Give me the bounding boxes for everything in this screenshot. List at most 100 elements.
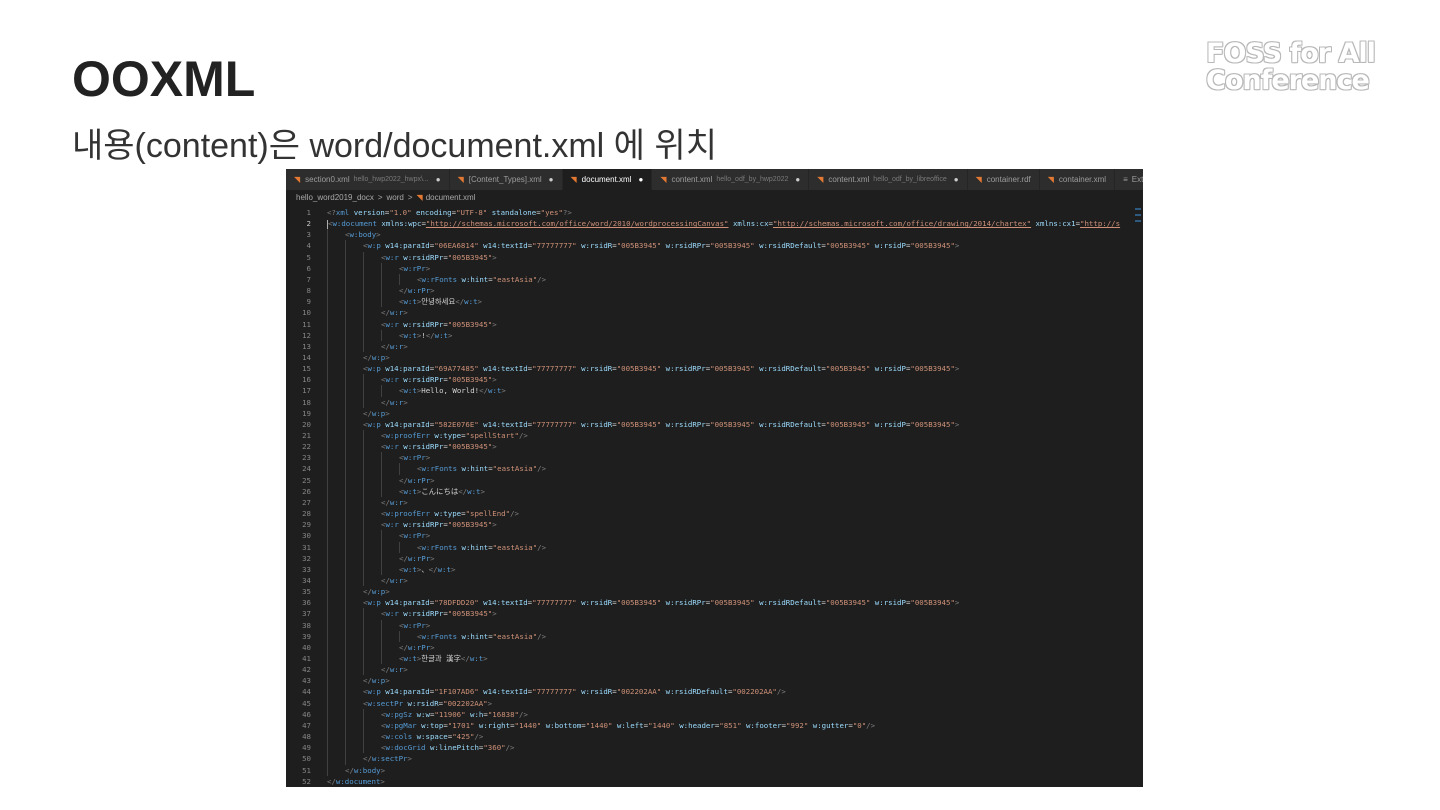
code-line[interactable]: 13 </w:r> bbox=[286, 340, 1143, 352]
code-token: > bbox=[430, 286, 435, 296]
code-line[interactable]: 51 </w:body> bbox=[286, 764, 1143, 776]
unsaved-dot-icon[interactable]: ● bbox=[549, 175, 554, 184]
code-line[interactable]: 20 <w:p w14:paraId="582E076E" w14:textId=… bbox=[286, 418, 1143, 431]
code-line[interactable]: 15 <w:p w14:paraId="69A77485" w14:textId=… bbox=[286, 363, 1143, 375]
breadcrumb-item[interactable]: hello_word2019_docx bbox=[296, 193, 374, 202]
unsaved-dot-icon[interactable]: ● bbox=[954, 175, 959, 184]
tab-section0-xml[interactable]: ◥ section0.xml hello_hwp2022_hwpx\... ● bbox=[286, 169, 450, 190]
code-text: <w:p w14:paraId="582E076E" w14:textId="7… bbox=[363, 419, 959, 430]
code-token: w:r bbox=[385, 442, 399, 452]
code-line[interactable]: 41 <w:t>한글과 漢字</w:t> bbox=[286, 653, 1143, 665]
code-line[interactable]: 32 </w:rPr> bbox=[286, 552, 1143, 564]
code-line[interactable]: 46 <w:pgSz w:w="11906" w:h="16838"/> bbox=[286, 708, 1143, 720]
code-line[interactable]: 29 <w:r w:rsidRPr="005B3945"> bbox=[286, 519, 1143, 531]
logo-line-2: Conference bbox=[1206, 65, 1370, 96]
code-line[interactable]: 37 <w:r w:rsidRPr="005B3945"> bbox=[286, 608, 1143, 620]
code-line[interactable]: 3 <w:body> bbox=[286, 229, 1143, 241]
code-line[interactable]: 38 <w:rPr> bbox=[286, 619, 1143, 631]
code-line[interactable]: 2 <w:document xmlns:wpc="http://schemas.m… bbox=[286, 218, 1143, 229]
code-token: w:rsidRDefault bbox=[665, 687, 728, 697]
tab-document-xml[interactable]: ◥ document.xml ● bbox=[562, 169, 653, 190]
code-line[interactable]: 52 </w:document> bbox=[286, 776, 1143, 787]
line-number: 42 bbox=[302, 665, 311, 675]
code-line[interactable]: 22 <w:r w:rsidRPr="005B3945"> bbox=[286, 441, 1143, 453]
code-line[interactable]: 44 <w:p w14:paraId="1F107AD6" w14:textId=… bbox=[286, 686, 1143, 698]
code-text: <w:rPr> bbox=[399, 263, 430, 274]
code-line[interactable]: 36 <w:p w14:paraId="78DFDD20" w14:textId=… bbox=[286, 597, 1143, 609]
code-line[interactable]: 7 <w:rFonts w:hint="eastAsia"/> bbox=[286, 273, 1143, 286]
code-line[interactable]: 12 <w:t>!</w:t> bbox=[286, 329, 1143, 341]
code-line[interactable]: 28 <w:proofErr w:type="spellEnd"/> bbox=[286, 508, 1143, 520]
code-line[interactable]: 16 <w:r w:rsidRPr="005B3945"> bbox=[286, 374, 1143, 386]
indent-guide bbox=[363, 474, 364, 486]
unsaved-dot-icon[interactable]: ● bbox=[638, 175, 643, 184]
code-line[interactable]: 1 <?xml version="1.0" encoding="UTF-8" st… bbox=[286, 207, 1143, 218]
breadcrumb-item[interactable]: document.xml bbox=[426, 193, 476, 202]
code-line[interactable]: 18 </w:r> bbox=[286, 396, 1143, 408]
code-line[interactable]: 4 <w:p w14:paraId="06EA6814" w14:textId="… bbox=[286, 240, 1143, 252]
rss-icon: ◥ bbox=[660, 175, 667, 184]
code-line[interactable]: 35 </w:p> bbox=[286, 586, 1143, 598]
indent-guide bbox=[327, 485, 328, 497]
code-line[interactable]: 24 <w:rFonts w:hint="eastAsia"/> bbox=[286, 463, 1143, 475]
code-line[interactable]: 10 </w:r> bbox=[286, 307, 1143, 319]
tab-extension-x[interactable]: ≡Extension: X bbox=[1115, 169, 1143, 190]
code-line[interactable]: 30 <w:rPr> bbox=[286, 530, 1143, 542]
code-token: "005B3945" bbox=[910, 598, 955, 608]
code-text: </w:r> bbox=[381, 664, 408, 675]
code-line[interactable]: 11 <w:r w:rsidRPr="005B3945"> bbox=[286, 318, 1143, 330]
code-token: > bbox=[385, 352, 390, 362]
code-token: "005B3945" bbox=[447, 252, 493, 262]
code-line[interactable]: 33 <w:t>、</w:t> bbox=[286, 563, 1143, 575]
code-line[interactable]: 39 <w:rFonts w:hint="eastAsia"/> bbox=[286, 630, 1143, 642]
code-token: w:rsidP bbox=[874, 419, 906, 429]
code-line[interactable]: 5 <w:r w:rsidRPr="005B3945"> bbox=[286, 251, 1143, 263]
unsaved-dot-icon[interactable]: ● bbox=[436, 175, 441, 184]
code-token: </ bbox=[345, 765, 354, 775]
code-line[interactable]: 27 </w:r> bbox=[286, 496, 1143, 509]
tab-content-xml[interactable]: ◥ content.xml hello_odf_by_hwp2022 ● bbox=[652, 169, 810, 190]
code-line[interactable]: 19 </w:p> bbox=[286, 407, 1143, 419]
indent-guide bbox=[381, 552, 382, 564]
code-line[interactable]: 17 <w:t>Hello, World!</w:t> bbox=[286, 385, 1143, 397]
code-line[interactable]: 25 </w:rPr> bbox=[286, 474, 1143, 486]
code-line[interactable]: 26 <w:t>こんにちは</w:t> bbox=[286, 485, 1143, 497]
code-text: <w:proofErr w:type="spellEnd"/> bbox=[381, 508, 519, 519]
tab-container-xml[interactable]: ◥ container.xml bbox=[1039, 169, 1116, 190]
code-line[interactable]: 43 </w:p> bbox=[286, 675, 1143, 687]
minimap[interactable] bbox=[1133, 204, 1143, 264]
tab-content-xml[interactable]: ◥ content.xml hello_odf_by_libreoffice ● bbox=[809, 169, 968, 190]
code-line[interactable]: 47 <w:pgMar w:top="1701" w:right="1440" w… bbox=[286, 719, 1143, 732]
tab-container-rdf[interactable]: ◥ container.rdf bbox=[967, 169, 1040, 190]
code-line[interactable]: 48 <w:cols w:space="425"/> bbox=[286, 731, 1143, 743]
code-line[interactable]: 21 <w:proofErr w:type="spellStart"/> bbox=[286, 430, 1143, 442]
indent-guide bbox=[327, 474, 328, 486]
code-line[interactable]: 6 <w:rPr> bbox=[286, 262, 1143, 274]
code-line[interactable]: 40 </w:rPr> bbox=[286, 641, 1143, 654]
code-line[interactable]: 14 </w:p> bbox=[286, 351, 1143, 364]
code-line[interactable]: 23 <w:rPr> bbox=[286, 452, 1143, 464]
code-text: <w:t>한글과 漢字</w:t> bbox=[399, 653, 488, 664]
indent-guide bbox=[327, 430, 328, 442]
rss-icon: ◥ bbox=[416, 192, 423, 202]
code-line[interactable]: 50 </w:sectPr> bbox=[286, 753, 1143, 765]
indent-guide bbox=[327, 329, 328, 341]
indent-guide bbox=[345, 340, 346, 352]
code-line[interactable]: 9 <w:t>안녕하세요</w:t> bbox=[286, 296, 1143, 308]
code-line[interactable]: 31 <w:rFonts w:hint="eastAsia"/> bbox=[286, 541, 1143, 553]
breadcrumb-item[interactable]: word bbox=[387, 193, 404, 202]
code-token: "1440" bbox=[585, 720, 613, 730]
tab--content-types-xml[interactable]: ◥ [Content_Types].xml ● bbox=[449, 169, 563, 190]
unsaved-dot-icon[interactable]: ● bbox=[795, 175, 800, 184]
code-token: </ bbox=[425, 330, 435, 340]
indent-guide bbox=[327, 229, 328, 241]
code-line[interactable]: 34 </w:r> bbox=[286, 574, 1143, 587]
indent-guide bbox=[381, 619, 382, 631]
code-token: w:rPr bbox=[403, 453, 426, 463]
code-line[interactable]: 49 <w:docGrid w:linePitch="360"/> bbox=[286, 742, 1143, 754]
code-token: w:p bbox=[367, 598, 381, 608]
code-line[interactable]: 8 </w:rPr> bbox=[286, 285, 1143, 297]
code-line[interactable]: 42 </w:r> bbox=[286, 664, 1143, 676]
code-token: </ bbox=[327, 776, 336, 786]
code-line[interactable]: 45 <w:sectPr w:rsidR="002202AA"> bbox=[286, 697, 1143, 709]
